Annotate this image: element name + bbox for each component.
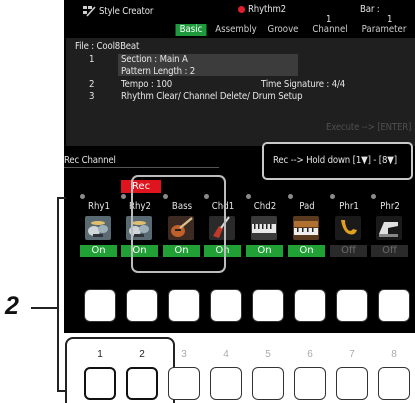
- drum-kit-icon: [85, 216, 111, 240]
- channel-label: Chd2: [253, 201, 277, 212]
- lower-button-1[interactable]: [84, 367, 116, 400]
- keyboard-icon: [251, 216, 277, 240]
- upper-button-5[interactable]: [252, 289, 284, 322]
- channel-pip: [121, 194, 126, 199]
- button-number-5: 5: [265, 349, 271, 360]
- button-number-7: 7: [349, 349, 355, 360]
- app-title: Style Creator: [99, 6, 154, 17]
- rhythm-clear-setting[interactable]: Rhythm Clear/ Channel Delete/ Drum Setup: [121, 91, 303, 102]
- tab-basic[interactable]: Basic: [175, 24, 207, 36]
- organ-icon: [293, 216, 319, 240]
- upper-button-2[interactable]: [126, 289, 158, 322]
- lower-button-8[interactable]: [378, 367, 410, 400]
- callout-bracket: [57, 197, 59, 392]
- record-indicator-icon: [238, 6, 245, 13]
- selected-rhythm-channels-frame: [131, 175, 226, 273]
- channel-pip: [80, 194, 85, 199]
- tab-groove[interactable]: Groove: [266, 24, 300, 36]
- upper-button-4[interactable]: [210, 289, 242, 322]
- row-3-number: 3: [89, 91, 95, 102]
- tempo-setting[interactable]: Tempo : 100: [121, 79, 172, 90]
- upper-button-8[interactable]: [378, 289, 410, 322]
- bar-label: Bar :: [360, 4, 380, 15]
- pressed-buttons-frame: [65, 337, 175, 403]
- execute-hint: Execute --> [ENTER]: [326, 122, 412, 133]
- channel-rhy1[interactable]: Rhy1 On: [79, 201, 119, 259]
- upper-button-3[interactable]: [168, 289, 200, 322]
- callout-bracket-top: [57, 197, 66, 199]
- button-number-4: 4: [223, 349, 229, 360]
- channel-label: Phr1: [339, 201, 359, 212]
- row-2-number: 2: [89, 79, 95, 90]
- channel-pad[interactable]: Pad On: [287, 201, 327, 259]
- basic-settings-panel: File : Cool8Beat 1 Section : Main A Patt…: [66, 38, 415, 146]
- pattern-length-setting[interactable]: Pattern Length : 2: [121, 66, 195, 77]
- channel-state[interactable]: Off: [371, 245, 408, 257]
- channel-state[interactable]: Off: [330, 245, 367, 257]
- hardware-button-panel: 1 2 3 4 5 6 7 8: [64, 270, 415, 403]
- rec-channel-divider: [64, 167, 219, 168]
- channel-state[interactable]: On: [288, 245, 325, 257]
- channel-label: Phr2: [380, 201, 400, 212]
- channel-pip: [288, 194, 293, 199]
- lower-button-2[interactable]: [126, 367, 158, 400]
- instrument-panel: Style Creator Rhythm2 Bar : 1 1 Basic As…: [0, 0, 415, 403]
- channel-phr2[interactable]: Phr2 Off: [370, 201, 410, 259]
- rec-hint-callout: Rec --> Hold down [1▼] - [8▼]: [262, 142, 413, 180]
- piano-icon: [376, 216, 402, 240]
- rec-channel-label: Rec Channel: [64, 155, 116, 166]
- tab-assembly[interactable]: Assembly: [215, 24, 258, 36]
- style-creator-icon: [83, 6, 96, 17]
- tab-bar: Basic Assembly Groove Channel Parameter: [173, 24, 415, 36]
- channel-label: Rhy1: [87, 201, 110, 212]
- channel-state[interactable]: On: [80, 245, 117, 257]
- button-number-8: 8: [391, 349, 397, 360]
- file-name[interactable]: File : Cool8Beat: [75, 41, 139, 52]
- button-number-6: 6: [307, 349, 313, 360]
- section-setting[interactable]: Section : Main A: [121, 54, 188, 65]
- channel-pip: [246, 194, 251, 199]
- lower-button-3[interactable]: [168, 367, 200, 400]
- row-1-number: 1: [89, 54, 95, 65]
- channel-pip: [371, 194, 376, 199]
- channel-state[interactable]: On: [246, 245, 283, 257]
- time-signature-setting[interactable]: Time Signature : 4/4: [261, 79, 345, 90]
- lower-button-7[interactable]: [336, 367, 368, 400]
- lower-button-5[interactable]: [252, 367, 284, 400]
- tab-parameter[interactable]: Parameter: [359, 24, 409, 36]
- channel-label: Pad: [299, 201, 315, 212]
- tab-channel[interactable]: Channel: [310, 24, 350, 36]
- style-name: Rhythm2: [248, 4, 286, 15]
- callout-bracket-bottom: [57, 390, 66, 392]
- lower-button-4[interactable]: [210, 367, 242, 400]
- channel-pip: [330, 194, 335, 199]
- upper-button-6[interactable]: [294, 289, 326, 322]
- step-number-callout: 2: [5, 292, 19, 320]
- callout-leader: [31, 307, 58, 309]
- lower-button-6[interactable]: [294, 367, 326, 400]
- channel-chd2[interactable]: Chd2 On: [245, 201, 285, 259]
- channel-phr1[interactable]: Phr1 Off: [329, 201, 369, 259]
- horn-icon: [335, 216, 361, 240]
- rec-hint-text: Rec --> Hold down [1▼] - [8▼]: [273, 155, 397, 166]
- upper-button-1[interactable]: [84, 289, 116, 322]
- upper-button-7[interactable]: [336, 289, 368, 322]
